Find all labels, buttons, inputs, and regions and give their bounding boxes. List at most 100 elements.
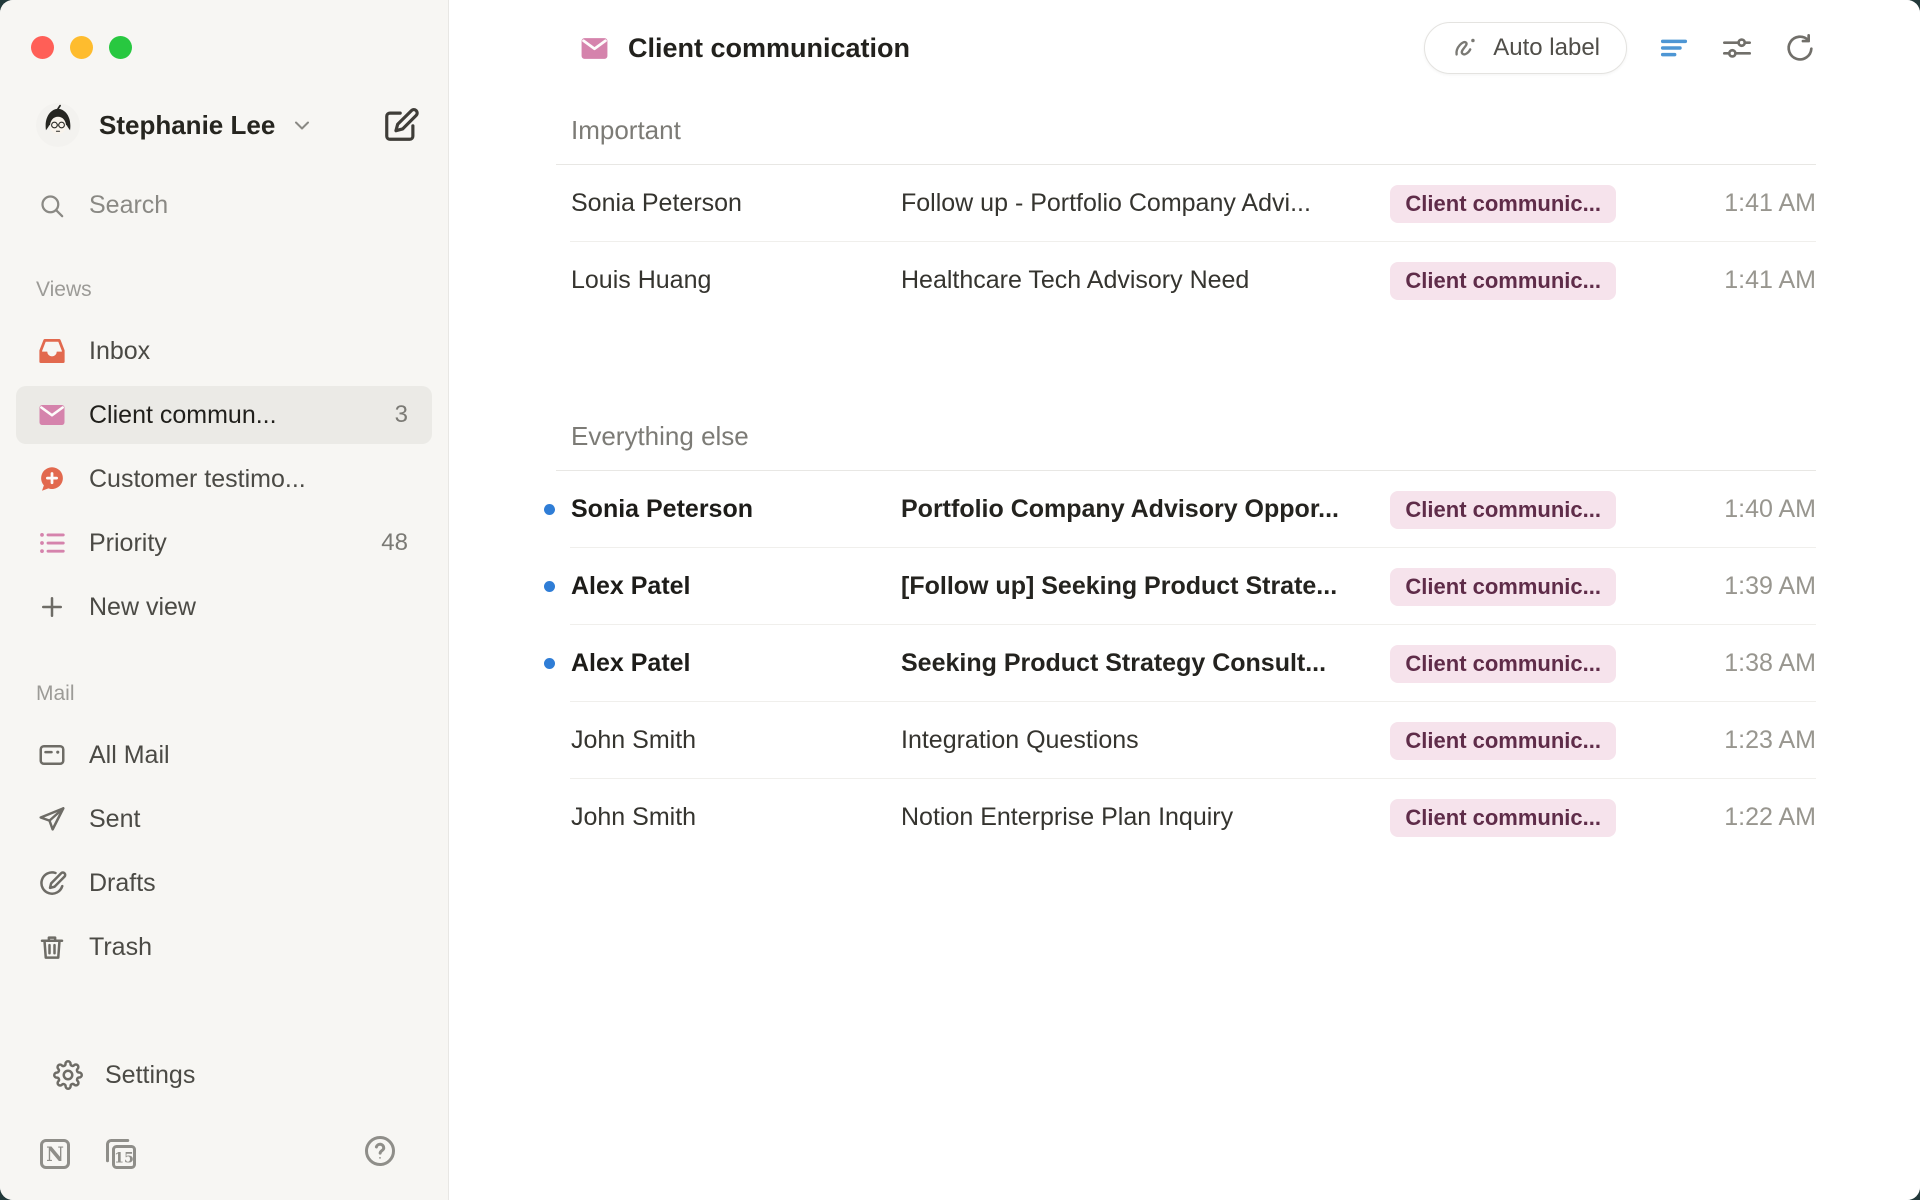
sidebar-item-label: Settings (105, 1061, 195, 1090)
settings-area: Settings (16, 1046, 432, 1110)
all-mail-icon (37, 740, 67, 770)
email-row[interactable]: Sonia Peterson Portfolio Company Advisor… (556, 471, 1816, 548)
sidebar-item-all-mail[interactable]: All Mail (16, 726, 432, 784)
email-time: 1:41 AM (1616, 266, 1816, 295)
sidebar-item-inbox[interactable]: Inbox (16, 322, 432, 380)
email-list: Important Sonia Peterson Follow up - Por… (556, 96, 1816, 856)
drafts-icon (37, 868, 67, 898)
app-window: Stephanie Lee Search Views Inbox Client … (0, 0, 1920, 1200)
email-row[interactable]: John Smith Integration Questions Client … (556, 702, 1816, 779)
email-section-title: Everything else (571, 423, 1816, 449)
filter-button[interactable] (1658, 32, 1690, 64)
sidebar-item-customer-testimo[interactable]: Customer testimo... (16, 450, 432, 508)
avatar (36, 103, 80, 147)
sidebar-item-settings[interactable]: Settings (32, 1046, 416, 1104)
chevron-down-icon (290, 113, 314, 137)
sidebar-section-label: Views (36, 278, 448, 302)
sidebar-item-label: Trash (89, 933, 152, 962)
account-name: Stephanie Lee (99, 110, 275, 141)
inbox-icon (37, 336, 67, 366)
email-subject: Seeking Product Strategy Consult... (901, 649, 1370, 678)
display-options-button[interactable] (1721, 32, 1753, 64)
unread-dot (544, 658, 555, 669)
email-row[interactable]: Alex Patel [Follow up] Seeking Product S… (556, 548, 1816, 625)
email-row[interactable]: Louis Huang Healthcare Tech Advisory Nee… (556, 242, 1816, 319)
svg-text:15: 15 (114, 1150, 134, 1166)
gear-icon (53, 1060, 83, 1090)
sidebar-footer: N 15 (37, 1133, 398, 1174)
refresh-button[interactable] (1784, 32, 1816, 64)
view-title-group: Client communication (579, 33, 910, 64)
search-button[interactable]: Search (38, 177, 420, 233)
email-sender: Alex Patel (571, 649, 901, 678)
email-label-badge: Client communic... (1390, 491, 1616, 529)
email-section: Important Sonia Peterson Follow up - Por… (556, 117, 1816, 319)
email-row[interactable]: Sonia Peterson Follow up - Portfolio Com… (556, 165, 1816, 242)
search-icon (38, 192, 65, 219)
plus-icon (37, 592, 67, 622)
email-label-badge: Client communic... (1390, 262, 1616, 300)
email-subject: Portfolio Company Advisory Oppor... (901, 495, 1370, 524)
sidebar-item-new-view[interactable]: New view (16, 578, 432, 636)
email-subject: [Follow up] Seeking Product Strate... (901, 572, 1370, 601)
email-time: 1:41 AM (1616, 189, 1816, 218)
email-section-rows: Sonia Peterson Portfolio Company Advisor… (556, 471, 1816, 856)
calendar-icon[interactable]: 15 (103, 1136, 139, 1172)
auto-label-wand-icon (1451, 34, 1479, 62)
compose-button[interactable] (382, 106, 420, 144)
email-subject: Healthcare Tech Advisory Need (901, 266, 1370, 295)
notion-icon[interactable]: N (37, 1136, 73, 1172)
page-title: Client communication (628, 33, 910, 64)
footer-app-icons: N 15 (37, 1136, 139, 1172)
email-time: 1:40 AM (1616, 495, 1816, 524)
email-section-rows: Sonia Peterson Follow up - Portfolio Com… (556, 165, 1816, 319)
sent-icon (37, 804, 67, 834)
minimize-window-button[interactable] (70, 36, 93, 59)
auto-label-button[interactable]: Auto label (1424, 22, 1627, 74)
email-time: 1:39 AM (1616, 572, 1816, 601)
sidebar-item-client-commun[interactable]: Client commun... 3 (16, 386, 432, 444)
email-sender: John Smith (571, 803, 901, 832)
sidebar-item-sent[interactable]: Sent (16, 790, 432, 848)
unread-dot (544, 581, 555, 592)
testimonial-bubble-icon (37, 464, 67, 494)
sidebar-item-label: Customer testimo... (89, 465, 306, 494)
envelope-icon (579, 33, 610, 64)
sidebar-item-drafts[interactable]: Drafts (16, 854, 432, 912)
email-time: 1:22 AM (1616, 803, 1816, 832)
main-content: Client communication Auto label Importan… (449, 0, 1920, 1200)
zoom-window-button[interactable] (109, 36, 132, 59)
sidebar-item-count: 3 (395, 401, 408, 429)
window-controls (31, 36, 448, 59)
help-icon[interactable] (362, 1133, 398, 1169)
email-sender: John Smith (571, 726, 901, 755)
email-section-title: Important (571, 117, 1816, 143)
sidebar-item-label: Drafts (89, 869, 156, 898)
email-row[interactable]: John Smith Notion Enterprise Plan Inquir… (556, 779, 1816, 856)
email-row[interactable]: Alex Patel Seeking Product Strategy Cons… (556, 625, 1816, 702)
search-label: Search (89, 191, 168, 220)
svg-text:N: N (46, 1143, 64, 1166)
sidebar-item-label: Priority (89, 529, 167, 558)
sidebar-section-items: Inbox Client commun... 3 Customer testim… (0, 322, 448, 636)
email-label-badge: Client communic... (1390, 799, 1616, 837)
view-header: Client communication Auto label (579, 20, 1816, 76)
sidebar-item-trash[interactable]: Trash (16, 918, 432, 976)
email-label-badge: Client communic... (1390, 185, 1616, 223)
close-window-button[interactable] (31, 36, 54, 59)
trash-icon (37, 932, 67, 962)
email-label-badge: Client communic... (1390, 722, 1616, 760)
email-time: 1:38 AM (1616, 649, 1816, 678)
email-subject: Integration Questions (901, 726, 1370, 755)
sidebar-item-priority[interactable]: Priority 48 (16, 514, 432, 572)
account-switcher[interactable]: Stephanie Lee (36, 97, 420, 153)
email-time: 1:23 AM (1616, 726, 1816, 755)
auto-label-label: Auto label (1493, 34, 1600, 62)
email-subject: Notion Enterprise Plan Inquiry (901, 803, 1370, 832)
email-subject: Follow up - Portfolio Company Advi... (901, 189, 1370, 218)
email-label-badge: Client communic... (1390, 645, 1616, 683)
email-label-badge: Client communic... (1390, 568, 1616, 606)
header-controls: Auto label (1424, 22, 1816, 74)
sidebar-item-label: Inbox (89, 337, 150, 366)
unread-dot (544, 504, 555, 515)
